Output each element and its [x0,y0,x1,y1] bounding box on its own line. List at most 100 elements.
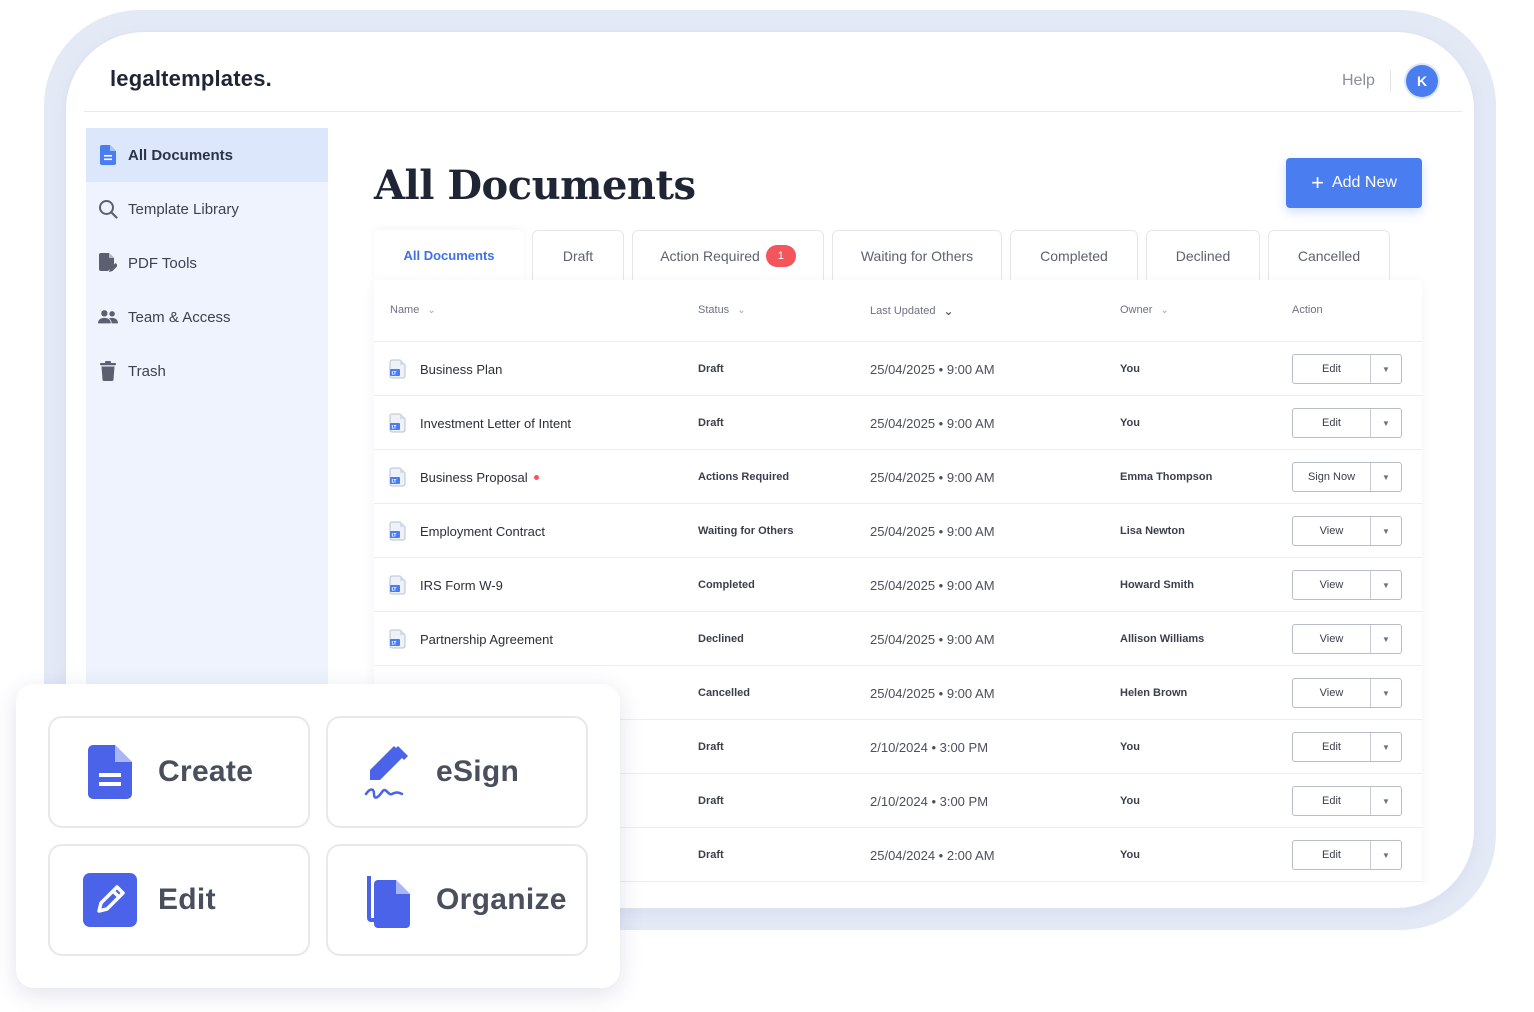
dropdown-caret-icon[interactable]: ▼ [1371,409,1401,437]
tab-cancelled[interactable]: Cancelled [1268,230,1390,280]
row-action-cell: Edit ▼ [1292,828,1402,882]
column-header-name[interactable]: Name ⌄ [390,304,436,316]
action-split-button: Edit ▼ [1292,732,1402,762]
svg-text:LT: LT [392,641,397,646]
tab-draft[interactable]: Draft [532,230,624,280]
table-row[interactable]: LT Investment Letter of Intent Draft 25/04/… [374,396,1422,450]
row-owner: You [1120,363,1140,375]
add-new-button[interactable]: + Add New [1286,158,1422,208]
app-logo[interactable]: legaltemplates. [110,66,272,92]
row-last-updated: 25/04/2025 • 9:00 AM [870,577,995,593]
row-action-button[interactable]: Edit [1293,841,1371,869]
edit-feature-button[interactable]: Edit [48,844,310,956]
row-action-button[interactable]: Edit [1293,787,1371,815]
search-icon [98,199,118,219]
dropdown-caret-icon[interactable]: ▼ [1371,463,1401,491]
column-label: Status [698,304,730,316]
document-icon [98,145,118,165]
table-row[interactable]: LT Partnership Agreement Declined 25/04/202… [374,612,1422,666]
pen-signature-icon [360,744,416,800]
sidebar-item-team-access[interactable]: Team & Access [86,290,328,344]
svg-text:LT: LT [392,425,397,430]
sidebar-item-pdf-tools[interactable]: PDF Tools [86,236,328,290]
table-row[interactable]: LT IRS Form W-9 Completed 25/04/2025 • 9:00… [374,558,1422,612]
row-action-button[interactable]: Edit [1293,409,1371,437]
file-icon: LT [389,629,406,649]
document-name[interactable]: Partnership Agreement [420,632,553,647]
row-last-updated: 25/04/2025 • 9:00 AM [870,415,995,431]
tab-label: Action Required [660,247,760,264]
chevron-down-icon: ⌄ [427,304,436,316]
document-name[interactable]: Investment Letter of Intent [420,416,571,431]
column-label: Owner [1120,304,1153,316]
row-action-button[interactable]: View [1293,517,1371,545]
tab-label: Cancelled [1297,247,1361,264]
dropdown-caret-icon[interactable]: ▼ [1371,517,1401,545]
row-last-updated: 2/10/2024 • 3:00 PM [870,793,989,809]
user-avatar[interactable]: K [1406,65,1438,97]
row-status: Declined [698,633,744,645]
dropdown-caret-icon[interactable]: ▼ [1371,355,1401,383]
row-action-button[interactable]: Sign Now [1293,463,1371,491]
dropdown-caret-icon[interactable]: ▼ [1371,841,1401,869]
create-feature-button[interactable]: Create [48,716,310,828]
pencil-icon [82,872,138,928]
column-header-status[interactable]: Status ⌄ [698,304,746,316]
row-action-button[interactable]: Edit [1293,733,1371,761]
row-action-button[interactable]: View [1293,625,1371,653]
row-status: Waiting for Others [698,525,794,537]
sidebar-item-template-library[interactable]: Template Library [86,182,328,236]
row-action-button[interactable]: View [1293,571,1371,599]
document-name[interactable]: Business Plan [420,362,502,377]
document-icon [82,744,138,800]
organize-feature-button[interactable]: Organize [326,844,588,956]
column-header-last-updated[interactable]: Last Updated ⌄ [870,304,954,318]
page-title: All Documents [374,162,696,209]
row-action-button[interactable]: Edit [1293,355,1371,383]
dropdown-caret-icon[interactable]: ▼ [1371,571,1401,599]
row-action-cell: Edit ▼ [1292,774,1402,828]
document-name[interactable]: Employment Contract [420,524,545,539]
row-status: Draft [698,417,724,429]
tab-declined[interactable]: Declined [1146,230,1260,280]
dropdown-caret-icon[interactable]: ▼ [1371,625,1401,653]
row-action-button[interactable]: View [1293,679,1371,707]
action-split-button: View ▼ [1292,570,1402,600]
row-name-cell: LT Business Proposal [388,450,539,504]
sidebar-item-trash[interactable]: Trash [86,344,328,398]
dropdown-caret-icon[interactable]: ▼ [1371,733,1401,761]
table-row[interactable]: LT Business Plan Draft 25/04/2025 • 9:00 AM… [374,342,1422,396]
trash-icon [98,361,118,381]
feature-label: Edit [158,883,216,916]
help-link[interactable]: Help [1342,72,1375,90]
file-icon: LT [389,467,406,487]
sidebar-item-label: Template Library [128,200,239,218]
esign-feature-button[interactable]: eSign [326,716,588,828]
document-name[interactable]: IRS Form W-9 [420,578,503,593]
sidebar-item-label: All Documents [128,146,234,164]
row-owner: Emma Thompson [1120,471,1213,483]
row-action-cell: Edit ▼ [1292,342,1402,396]
tab-label: Declined [1175,247,1231,264]
row-owner: You [1120,417,1140,429]
dropdown-caret-icon[interactable]: ▼ [1371,787,1401,815]
column-header-owner[interactable]: Owner ⌄ [1120,304,1169,316]
document-name[interactable]: Business Proposal [420,470,528,485]
row-status: Draft [698,363,724,375]
file-icon: LT [389,413,406,433]
row-action-cell: Edit ▼ [1292,396,1402,450]
table-row[interactable]: LT Employment Contract Waiting for Others 2… [374,504,1422,558]
row-status: Cancelled [698,687,750,699]
team-icon [98,307,118,327]
tab-action-required[interactable]: Action Required 1 [632,230,824,280]
header-divider [1390,70,1391,92]
table-header: Name ⌄ Status ⌄ Last Updated ⌄ Owner ⌄ Actio… [374,280,1422,342]
dropdown-caret-icon[interactable]: ▼ [1371,679,1401,707]
tab-all-documents[interactable]: All Documents [374,230,524,280]
tab-completed[interactable]: Completed [1010,230,1138,280]
action-split-button: View ▼ [1292,678,1402,708]
column-label: Last Updated [870,305,936,317]
sidebar-item-all-documents[interactable]: All Documents [86,128,328,182]
table-row[interactable]: LT Business Proposal Actions Required 25/04… [374,450,1422,504]
tab-waiting-for-others[interactable]: Waiting for Others [832,230,1002,280]
